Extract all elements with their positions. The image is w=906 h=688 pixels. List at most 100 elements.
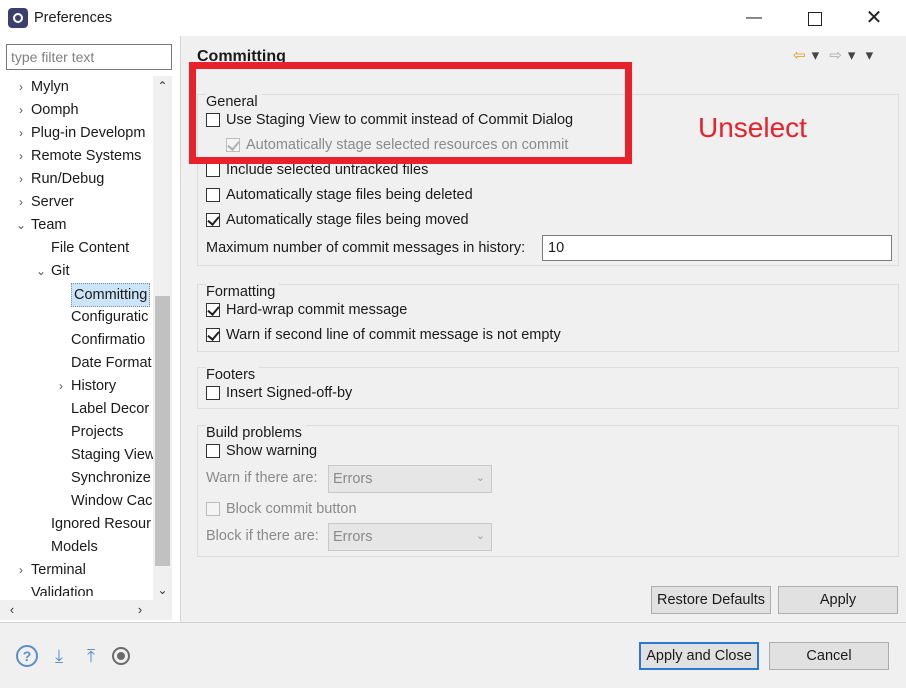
block-commit-checkbox — [206, 502, 220, 516]
help-icon[interactable]: ? — [16, 645, 38, 667]
import-icon[interactable]: ⤓ — [48, 645, 70, 667]
expand-chevron-icon[interactable]: › — [14, 122, 28, 144]
scroll-right-icon[interactable]: › — [130, 600, 150, 620]
tree-item-label: Label Decor — [71, 401, 150, 417]
tree-item[interactable]: › Oomph — [14, 99, 79, 121]
build-problems-group-label: Build problems — [206, 425, 306, 441]
tree-item-label: Team — [31, 217, 67, 233]
auto-stage-moved-checkbox[interactable] — [206, 213, 220, 227]
tree-item-label: Configuratic — [71, 309, 149, 325]
expand-chevron-icon[interactable]: › — [54, 375, 68, 397]
filter-input[interactable] — [6, 44, 172, 70]
tree-item[interactable]: Validation — [14, 582, 94, 596]
tree-item-label: Projects — [71, 424, 124, 440]
scroll-thumb[interactable] — [155, 296, 170, 566]
tree-item-label: Plug-in Developm — [31, 125, 146, 141]
tree-item[interactable]: Projects — [54, 421, 123, 443]
formatting-group-label: Formatting — [206, 284, 280, 300]
back-arrow-icon[interactable]: ⇦ — [793, 46, 806, 64]
tree-item[interactable]: Synchronize — [54, 467, 151, 489]
auto-stage-deleted-checkbox[interactable] — [206, 188, 220, 202]
warn-second-line-checkbox[interactable] — [206, 328, 220, 342]
tree-item[interactable]: Window Cac — [54, 490, 152, 512]
preferences-sidebar: ›Mylyn›Oomph›Plug-in Developm›Remote Sys… — [0, 36, 180, 622]
expand-chevron-icon[interactable]: › — [14, 99, 28, 121]
annotation-text: Unselect — [698, 112, 807, 143]
tree-item[interactable]: Confirmatio — [54, 329, 145, 351]
tree-item[interactable]: › Terminal — [14, 559, 86, 581]
dialog-button-bar: ? ⤓ ⤒ Apply and Close Cancel — [0, 622, 906, 688]
view-menu-icon[interactable]: ▾ — [866, 46, 874, 64]
tree-item-label: Oomph — [31, 102, 79, 118]
warn-if-value: Errors — [333, 471, 373, 487]
chevron-down-icon: ⌄ — [475, 530, 485, 542]
tree-item[interactable]: › Remote Systems — [14, 145, 141, 167]
tree-item[interactable]: Configuratic — [54, 306, 148, 328]
tree-item[interactable]: Staging View — [54, 444, 153, 466]
expand-chevron-icon[interactable]: › — [14, 191, 28, 213]
auto-stage-moved-label: Automatically stage files being moved — [226, 212, 469, 228]
signed-off-checkbox[interactable] — [206, 386, 220, 400]
tree-item-label: Git — [51, 263, 70, 279]
annotation-highlight-box — [189, 62, 632, 164]
expand-chevron-icon[interactable]: › — [14, 168, 28, 190]
tree-item[interactable]: › Mylyn — [14, 76, 69, 98]
max-messages-input[interactable] — [542, 235, 892, 261]
tree-item[interactable]: Date Format — [54, 352, 152, 374]
close-button[interactable]: ✕ — [852, 4, 896, 32]
scroll-up-icon[interactable]: ⌃ — [153, 76, 172, 96]
forward-menu-icon[interactable]: ▾ — [848, 46, 856, 64]
tree-item-label: Window Cac — [71, 493, 153, 509]
warn-if-label: Warn if there are: — [206, 470, 318, 486]
tree-item-label: File Content — [51, 240, 130, 256]
tree-horizontal-scrollbar[interactable]: ‹ › — [0, 600, 172, 620]
preferences-tree: › Mylyn › Oomph › Plug-in Developm › Remote Sys… — [0, 76, 153, 596]
expand-chevron-icon[interactable]: › — [14, 559, 28, 581]
apply-button[interactable]: Apply — [778, 586, 898, 614]
apply-and-close-button[interactable]: Apply and Close — [639, 642, 759, 670]
restore-defaults-button[interactable]: Restore Defaults — [651, 586, 771, 614]
hard-wrap-label: Hard-wrap commit message — [226, 302, 408, 318]
chevron-down-icon: ⌄ — [475, 472, 485, 484]
tree-item[interactable]: ⌄ Git — [34, 260, 70, 282]
record-icon[interactable] — [110, 645, 132, 667]
tree-item-label: Server — [31, 194, 74, 210]
minimize-button[interactable]: — — [732, 4, 776, 32]
tree-item-label: Committing — [71, 283, 151, 307]
tree-item[interactable]: Models — [34, 536, 98, 558]
expand-chevron-icon[interactable]: › — [14, 76, 28, 98]
show-warning-checkbox[interactable] — [206, 444, 220, 458]
export-icon[interactable]: ⤒ — [80, 645, 102, 667]
tree-item[interactable]: Label Decor — [54, 398, 149, 420]
tree-item[interactable]: Committing — [54, 283, 151, 307]
scroll-left-icon[interactable]: ‹ — [2, 600, 22, 620]
tree-vertical-scrollbar[interactable]: ⌃ ⌄ — [153, 76, 172, 600]
footers-group-label: Footers — [206, 367, 260, 383]
tree-item[interactable]: › Plug-in Developm — [14, 122, 145, 144]
forward-arrow-icon[interactable]: ⇨ — [829, 46, 842, 64]
include-untracked-checkbox[interactable] — [206, 163, 220, 177]
warn-if-combo: Errors ⌄ — [328, 465, 492, 493]
cancel-button[interactable]: Cancel — [769, 642, 889, 670]
tree-item[interactable]: › History — [54, 375, 116, 397]
scroll-down-icon[interactable]: ⌄ — [153, 580, 172, 600]
tree-item[interactable]: Ignored Resour — [34, 513, 151, 535]
tree-item-label: Models — [51, 539, 98, 555]
tree-item-label: Run/Debug — [31, 171, 105, 187]
eclipse-app-icon — [8, 8, 28, 28]
maximize-button[interactable] — [792, 4, 836, 32]
tree-item[interactable]: › Run/Debug — [14, 168, 104, 190]
tree-item[interactable]: File Content — [34, 237, 129, 259]
block-commit-label: Block commit button — [226, 501, 357, 517]
tree-item[interactable]: › Server — [14, 191, 74, 213]
show-warning-label: Show warning — [226, 443, 318, 459]
tree-item-label: Confirmatio — [71, 332, 146, 348]
block-if-label: Block if there are: — [206, 528, 319, 544]
expand-chevron-icon[interactable]: ⌄ — [14, 214, 28, 236]
hard-wrap-checkbox[interactable] — [206, 303, 220, 317]
footers-group: Footers Insert Signed-off-by — [197, 367, 899, 409]
expand-chevron-icon[interactable]: ⌄ — [34, 260, 48, 282]
expand-chevron-icon[interactable]: › — [14, 145, 28, 167]
tree-item[interactable]: ⌄ Team — [14, 214, 67, 236]
back-menu-icon[interactable]: ▾ — [812, 46, 820, 64]
